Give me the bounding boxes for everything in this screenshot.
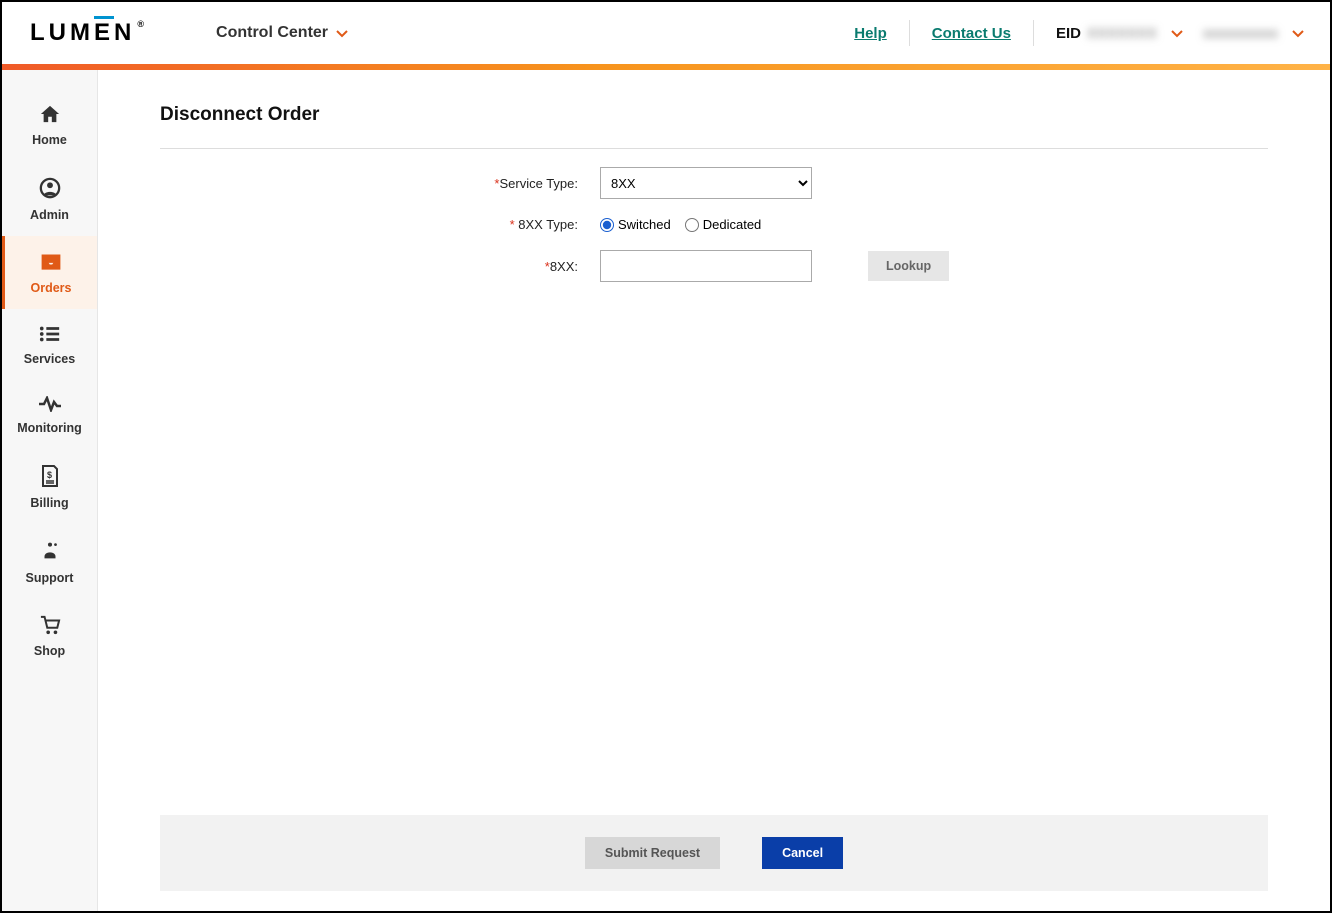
divider [909,20,910,46]
activity-icon [38,396,62,415]
sidebar-item-label: Support [26,571,74,585]
divider [1033,20,1034,46]
main-content: Disconnect Order *Service Type: 8XX * 8X… [98,70,1330,911]
home-icon [39,104,61,127]
sidebar-item-label: Services [24,352,75,366]
disconnect-form: *Service Type: 8XX * 8XX Type: Switched [160,167,1268,815]
control-center-label: Control Center [216,24,328,42]
radio-dedicated[interactable]: Dedicated [685,217,762,232]
user-dropdown[interactable]: xxxxxxxxxx [1203,25,1302,42]
8xx-input[interactable] [600,250,812,282]
sidebar-item-label: Home [32,133,67,147]
submit-request-button[interactable]: Submit Request [585,837,720,869]
service-type-label: *Service Type: [160,176,600,191]
divider [160,148,1268,149]
list-icon [39,325,61,346]
sidebar-nav: Home Admin Orders Services Monitoring [2,70,98,911]
sidebar-item-admin[interactable]: Admin [2,161,97,236]
form-row-8xx: *8XX: Lookup [160,250,1268,282]
radio-switched-input[interactable] [600,218,614,232]
cancel-button[interactable]: Cancel [762,837,843,869]
inbox-icon [40,252,62,275]
eid-value: XXXXXXX [1087,25,1157,42]
support-icon [39,540,61,565]
chevron-down-icon [336,28,346,38]
top-header: LUMEN® Control Center Help Contact Us EI… [2,2,1330,64]
sidebar-item-label: Shop [34,644,65,658]
svg-text:$: $ [47,470,52,480]
page-title: Disconnect Order [160,104,1268,126]
chevron-down-icon [1171,28,1181,38]
radio-dedicated-label: Dedicated [703,217,762,232]
radio-switched[interactable]: Switched [600,217,671,232]
top-right-nav: Help Contact Us EID XXXXXXX xxxxxxxxxx [854,20,1302,46]
invoice-icon: $ [40,465,60,490]
eid-dropdown[interactable]: EID XXXXXXX [1056,25,1181,42]
sidebar-item-monitoring[interactable]: Monitoring [2,380,97,449]
sidebar-item-billing[interactable]: $ Billing [2,449,97,524]
sidebar-item-services[interactable]: Services [2,309,97,380]
sidebar-item-label: Admin [30,208,69,222]
user-value: xxxxxxxxxx [1203,25,1278,42]
help-link[interactable]: Help [854,25,887,42]
control-center-menu[interactable]: Control Center [216,24,346,42]
form-row-8xx-type: * 8XX Type: Switched Dedicated [160,217,1268,232]
contact-us-link[interactable]: Contact Us [932,25,1011,42]
sidebar-item-orders[interactable]: Orders [2,236,97,309]
sidebar-item-shop[interactable]: Shop [2,599,97,672]
chevron-down-icon [1292,28,1302,38]
eid-label: EID [1056,25,1081,42]
brand-logo: LUMEN® [30,19,144,47]
form-footer: Submit Request Cancel [160,815,1268,891]
sidebar-item-label: Billing [30,496,68,510]
form-row-service-type: *Service Type: 8XX [160,167,1268,199]
lookup-button[interactable]: Lookup [868,251,949,281]
radio-switched-label: Switched [618,217,671,232]
sidebar-item-label: Monitoring [17,421,82,435]
8xx-type-label: * 8XX Type: [160,217,600,232]
sidebar-item-label: Orders [31,281,72,295]
radio-dedicated-input[interactable] [685,218,699,232]
user-icon [39,177,61,202]
service-type-select[interactable]: 8XX [600,167,812,199]
sidebar-item-support[interactable]: Support [2,524,97,599]
sidebar-item-home[interactable]: Home [2,88,97,161]
cart-icon [39,615,61,638]
8xx-label: *8XX: [160,259,600,274]
